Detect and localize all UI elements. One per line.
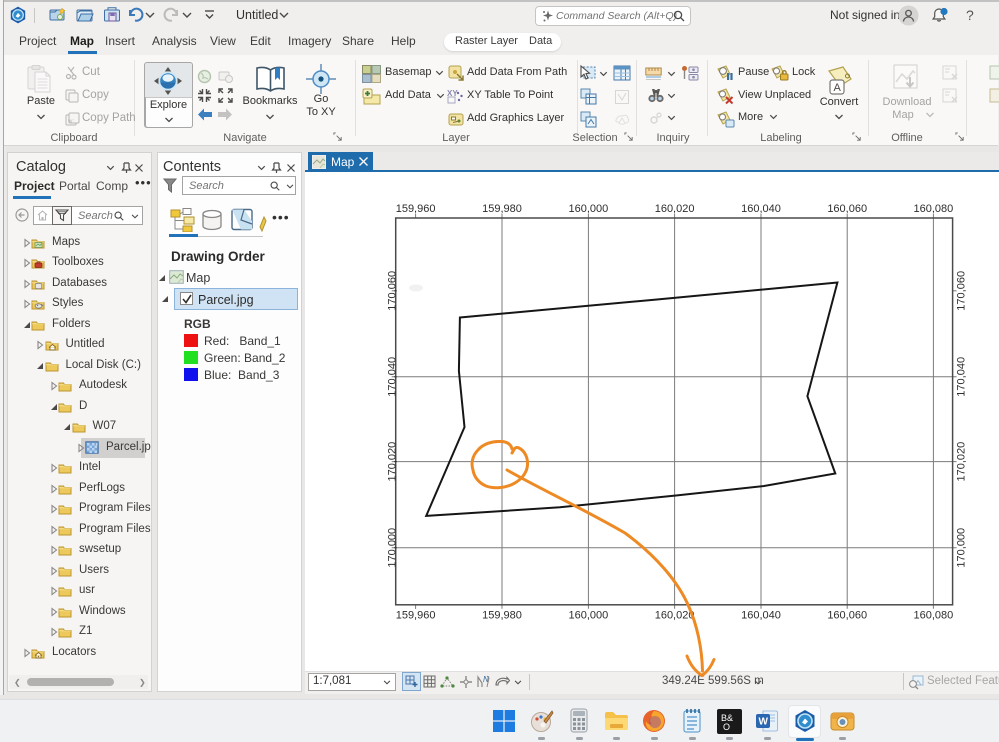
svg-text:159,980: 159,980 [482,203,522,215]
svg-text:O: O [723,722,730,732]
svg-text:A: A [834,82,842,94]
svg-text:170,040: 170,040 [956,357,968,397]
svg-text:160,000: 160,000 [569,610,609,622]
svg-text:170,020: 170,020 [956,442,968,482]
svg-text:170,000: 170,000 [387,528,399,568]
svg-text:160,020: 160,020 [655,203,695,215]
svg-text:160,080: 160,080 [914,203,954,215]
svg-text:170,060: 170,060 [956,271,968,311]
svg-text:160,060: 160,060 [827,610,867,622]
svg-text:159,960: 159,960 [396,203,436,215]
svg-text:160,060: 160,060 [827,203,867,215]
svg-text:159,980: 159,980 [482,610,522,622]
svg-text:160,040: 160,040 [741,610,781,622]
svg-text:170,020: 170,020 [387,442,399,482]
svg-text:160,040: 160,040 [741,203,781,215]
svg-text:170,040: 170,040 [387,357,399,397]
svg-text:170,000: 170,000 [956,528,968,568]
svg-text:160,020: 160,020 [655,610,695,622]
svg-text:170,060: 170,060 [387,271,399,311]
svg-text:w:: w: [67,119,74,125]
svg-text:160,080: 160,080 [914,610,954,622]
svg-text:W: W [759,717,769,728]
svg-text:160,000: 160,000 [569,203,609,215]
svg-text:159,960: 159,960 [396,610,436,622]
